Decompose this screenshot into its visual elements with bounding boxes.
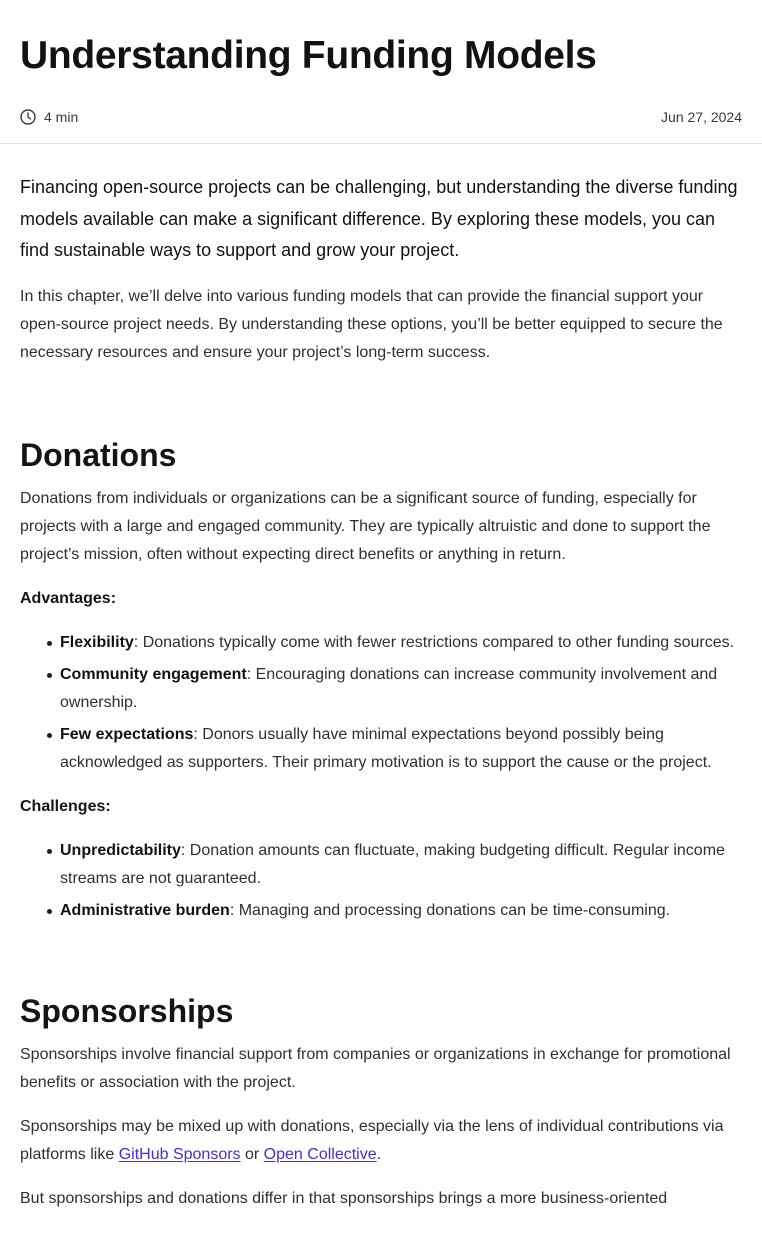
publish-date: Jun 27, 2024: [661, 109, 742, 125]
section-heading-sponsorships: Sponsorships: [20, 992, 234, 1029]
challenges-list: Unpredictability: Donation amounts can f…: [20, 837, 739, 925]
read-time-label: 4 min: [44, 109, 79, 125]
list-item-term: Administrative burden: [60, 901, 230, 919]
list-item: Few expectations: Donors usually have mi…: [47, 721, 739, 777]
intro-paragraph: In this chapter, we’ll delve into variou…: [20, 287, 723, 361]
article-body: Financing open-source projects can be ch…: [0, 172, 762, 1213]
sponsorships-paragraph-1: Sponsorships involve financial support f…: [20, 1045, 731, 1091]
section-heading-donations: Donations: [20, 436, 177, 473]
sponsorships-paragraph-2: Sponsorships may be mixed up with donati…: [20, 1113, 739, 1169]
sponsorships-p2-end: .: [376, 1145, 382, 1163]
lead-paragraph: Financing open-source projects can be ch…: [20, 177, 738, 260]
list-item-term: Flexibility: [60, 633, 134, 651]
list-item-term: Unpredictability: [60, 841, 181, 859]
challenges-label: Challenges:: [20, 797, 111, 815]
article-page: Understanding Funding Models 4 min Jun 2…: [0, 0, 762, 1233]
article-header: Understanding Funding Models 4 min Jun 2…: [0, 0, 762, 127]
header-divider: [0, 143, 762, 144]
list-item-term: Community engagement: [60, 665, 247, 683]
open-collective-link[interactable]: Open Collective: [264, 1146, 377, 1163]
sponsorships-p2-or: or: [240, 1145, 264, 1163]
list-item: Flexibility: Donations typically come wi…: [47, 629, 739, 657]
read-time: 4 min: [20, 109, 78, 125]
list-item-text: : Donations typically come with fewer re…: [133, 633, 735, 651]
article-meta: 4 min Jun 27, 2024: [20, 107, 742, 127]
github-sponsors-link[interactable]: GitHub Sponsors: [119, 1146, 241, 1163]
sponsorships-paragraph-3: But sponsorships and donations differ in…: [20, 1189, 668, 1207]
donations-paragraph: Donations from individuals or organizati…: [20, 489, 711, 563]
list-item-term: Few expectations: [60, 725, 194, 743]
advantages-label: Advantages:: [20, 589, 117, 607]
list-item: Administrative burden: Managing and proc…: [47, 897, 739, 925]
list-item: Unpredictability: Donation amounts can f…: [47, 837, 739, 893]
list-item: Community engagement: Encouraging donati…: [47, 661, 739, 717]
list-item-text: : Managing and processing donations can …: [229, 901, 671, 919]
page-title: Understanding Funding Models: [20, 34, 597, 77]
advantages-list: Flexibility: Donations typically come wi…: [20, 629, 739, 777]
clock-icon: [20, 109, 36, 125]
